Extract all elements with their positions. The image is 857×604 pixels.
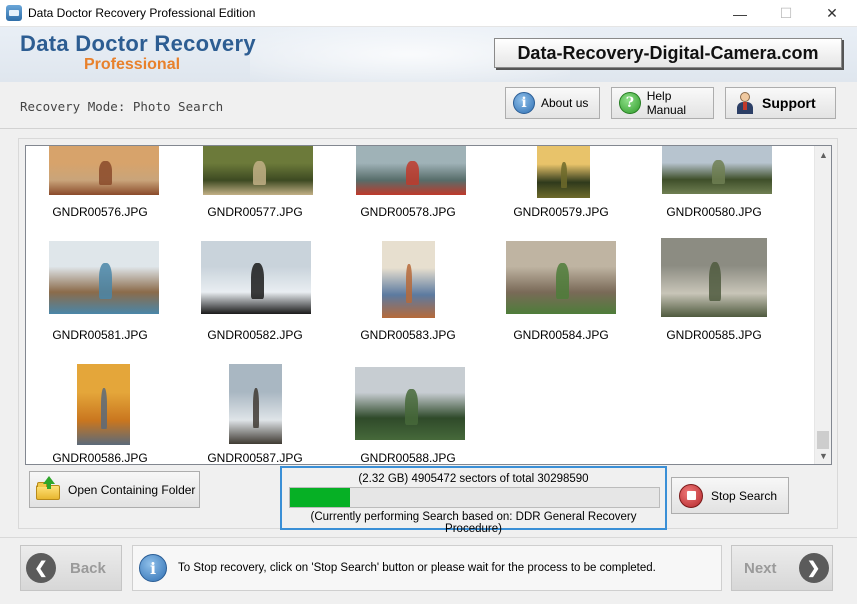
photo-filename: GNDR00588.JPG (360, 451, 456, 465)
bottom-bar: ❮ Back i To Stop recovery, click on 'Sto… (0, 537, 857, 604)
photo-filename: GNDR00584.JPG (513, 328, 609, 342)
photo-filename: GNDR00579.JPG (513, 205, 609, 219)
photo-filename: GNDR00578.JPG (360, 205, 456, 219)
back-label: Back (70, 559, 106, 577)
close-button[interactable]: ✕ (809, 0, 855, 27)
procedure-text: (Currently performing Search based on: D… (310, 511, 637, 535)
scroll-up-arrow[interactable]: ▲ (815, 146, 831, 163)
help-manual-label: Help Manual (646, 89, 687, 117)
maximize-button[interactable]: ☐ (763, 0, 809, 27)
status-message: To Stop recovery, click on 'Stop Search'… (178, 562, 656, 574)
support-label: Support (762, 95, 816, 111)
header-banner: Data Doctor Recovery Professional Data-R… (0, 27, 857, 82)
photo-gallery[interactable]: GNDR00576.JPG GNDR00577.JPG GNDR00578.JPG G… (25, 145, 832, 465)
vertical-scrollbar[interactable]: ▲ ▼ (814, 146, 831, 464)
sectors-progress-text: (2.32 GB) 4905472 sectors of total 30298… (358, 473, 589, 485)
info-icon: i (139, 554, 167, 582)
status-info-panel: i To Stop recovery, click on 'Stop Searc… (132, 545, 722, 591)
photo-filename: GNDR00580.JPG (666, 205, 762, 219)
toolbar: Recovery Mode: Photo Search i About us ?… (0, 82, 857, 128)
next-arrow-icon: ❯ (798, 553, 829, 583)
photo-filename: GNDR00582.JPG (207, 328, 303, 342)
recovery-mode-label: Recovery Mode: Photo Search (20, 99, 224, 114)
support-person-icon (736, 92, 754, 114)
photo-thumbnail[interactable] (49, 146, 159, 195)
info-icon: i (513, 92, 535, 114)
app-icon (6, 5, 22, 21)
help-manual-button[interactable]: ? Help Manual (611, 87, 714, 119)
photo-filename: GNDR00577.JPG (207, 205, 303, 219)
next-label: Next (744, 559, 777, 577)
about-us-label: About us (541, 96, 589, 110)
stop-icon (679, 483, 703, 508)
back-arrow-icon: ❮ (26, 553, 56, 583)
photo-thumbnail[interactable] (537, 146, 590, 198)
stop-search-button[interactable]: Stop Search (671, 477, 789, 514)
back-button[interactable]: ❮ Back (20, 545, 122, 591)
photo-thumbnail[interactable] (229, 364, 282, 444)
open-containing-folder-button[interactable]: Open Containing Folder (29, 471, 200, 508)
progress-box: (2.32 GB) 4905472 sectors of total 30298… (280, 466, 667, 535)
photo-thumbnail[interactable] (356, 146, 466, 195)
title-bar: Data Doctor Recovery Professional Editio… (0, 0, 857, 27)
folder-icon (36, 475, 62, 501)
support-button[interactable]: Support (725, 87, 836, 119)
progress-fill (290, 488, 350, 507)
minimize-button[interactable]: — (717, 0, 763, 27)
photo-thumbnail[interactable] (661, 238, 767, 317)
photo-filename: GNDR00576.JPG (52, 205, 148, 219)
question-icon: ? (619, 92, 641, 114)
brand-title: Data Doctor Recovery (20, 31, 256, 56)
photo-filename: GNDR00583.JPG (360, 328, 456, 342)
photo-filename: GNDR00581.JPG (52, 328, 148, 342)
photo-thumbnail[interactable] (49, 241, 159, 314)
photo-thumbnail[interactable] (203, 146, 313, 195)
photo-thumbnail[interactable] (382, 241, 435, 318)
website-badge[interactable]: Data-Recovery-Digital-Camera.com (494, 38, 842, 68)
photo-thumbnail[interactable] (355, 367, 465, 440)
photo-filename: GNDR00585.JPG (666, 328, 762, 342)
photo-filename: GNDR00587.JPG (207, 451, 303, 465)
scroll-down-arrow[interactable]: ▼ (815, 447, 831, 464)
next-button[interactable]: Next ❯ (731, 545, 833, 591)
progress-bar (289, 487, 660, 508)
stop-search-label: Stop Search (711, 488, 778, 503)
window-title: Data Doctor Recovery Professional Editio… (28, 6, 256, 20)
open-folder-label: Open Containing Folder (68, 482, 196, 497)
separator (0, 128, 857, 129)
photo-thumbnail[interactable] (201, 241, 311, 314)
photo-thumbnail[interactable] (662, 146, 772, 194)
about-us-button[interactable]: i About us (505, 87, 600, 119)
photo-thumbnail[interactable] (506, 241, 616, 314)
photo-thumbnail[interactable] (77, 364, 130, 445)
photo-filename: GNDR00586.JPG (52, 451, 148, 465)
brand-subtitle: Professional (84, 56, 181, 73)
